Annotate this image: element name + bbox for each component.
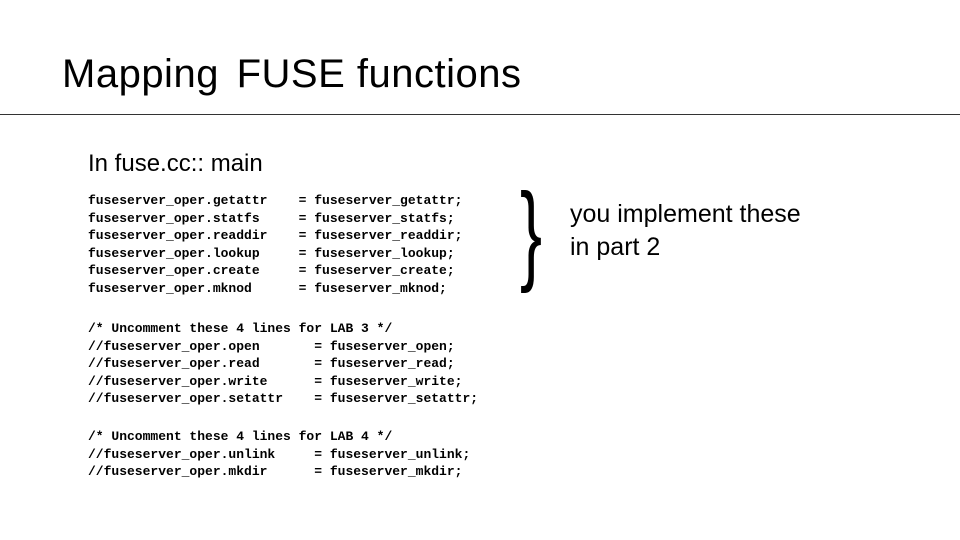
slide-title: Mapping FUSE functions bbox=[62, 52, 521, 97]
subtitle: In fuse.cc:: main bbox=[88, 150, 263, 178]
code-block-lab4: /* Uncomment these 4 lines for LAB 4 */ … bbox=[88, 428, 470, 481]
horizontal-divider bbox=[0, 114, 960, 115]
code-block-part2: fuseserver_oper.getattr = fuseserver_get… bbox=[88, 192, 462, 297]
title-word-1: Mapping bbox=[62, 52, 219, 96]
annotation-line-2: in part 2 bbox=[570, 233, 660, 261]
title-word-2: FUSE functions bbox=[237, 52, 522, 96]
annotation-line-1: you implement these bbox=[570, 200, 801, 228]
code-block-lab3: /* Uncomment these 4 lines for LAB 3 */ … bbox=[88, 320, 478, 408]
annotation-text: you implement these in part 2 bbox=[570, 198, 801, 263]
curly-brace-icon: } bbox=[520, 178, 542, 288]
